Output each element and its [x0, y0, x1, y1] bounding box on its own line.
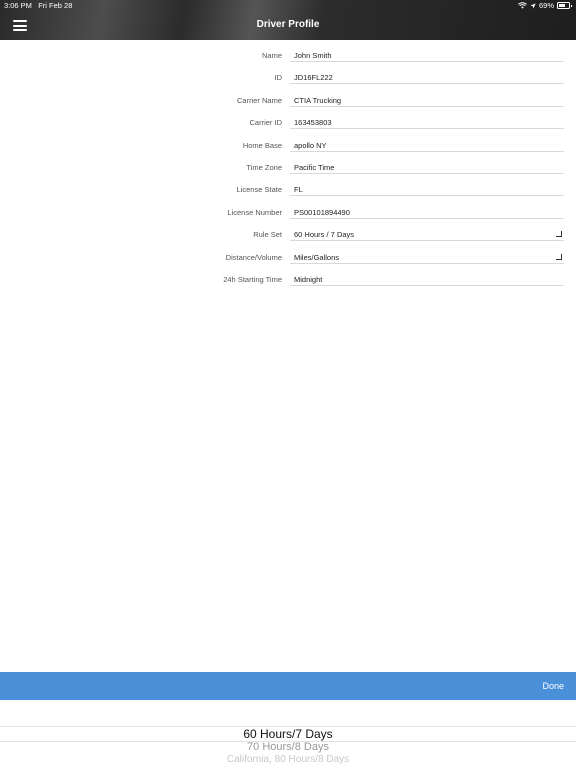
battery-fill — [559, 4, 566, 7]
form-row-home-base: Home Base apollo NY — [0, 133, 576, 155]
24h-starting-time-label: 24h Starting Time — [223, 274, 282, 284]
license-state-value: FL — [294, 185, 303, 195]
rule-set-field[interactable]: 60 Hours / 7 Days — [290, 224, 564, 242]
distance-volume-value: Miles/Gallons — [294, 252, 340, 262]
name-label: Name — [261, 51, 282, 60]
name-field[interactable]: John Smith — [290, 45, 564, 62]
status-date: Fri Feb 28 — [38, 1, 73, 10]
carrier-id-label: Carrier ID — [249, 118, 282, 128]
done-button[interactable]: Done — [542, 681, 564, 691]
carrier-name-label: Carrier Name — [236, 95, 282, 105]
id-field[interactable]: JD16FL222 — [290, 67, 564, 85]
status-time: 3:06 PM Fri Feb 28 — [4, 1, 72, 10]
form-row-name: Name John Smith — [0, 43, 576, 65]
status-indicators: 69% — [518, 1, 572, 10]
status-clock: 3:06 PM — [4, 1, 32, 10]
dropdown-corner-icon — [556, 253, 562, 260]
picker-option[interactable]: 70 Hours/8 Days — [0, 741, 576, 753]
home-base-value: apollo NY — [294, 140, 327, 150]
time-zone-value: Pacific Time — [294, 162, 335, 172]
dropdown-corner-icon — [556, 231, 562, 238]
24h-starting-time-value: Midnight — [294, 274, 323, 284]
distance-volume-field[interactable]: Miles/Gallons — [290, 247, 564, 264]
rule-set-picker[interactable]: 60 Hours/7 Days 70 Hours/8 Days Californ… — [0, 700, 576, 768]
carrier-id-value: 163453803 — [294, 118, 332, 128]
form-row-carrier-id: Carrier ID 163453803 — [0, 110, 576, 132]
location-arrow-icon — [530, 2, 536, 9]
profile-form: Name John Smith ID JD16FL222 Carrier Name CTI… — [0, 43, 576, 289]
carrier-name-value: CTIA Trucking — [294, 95, 342, 105]
form-row-distance-volume: Distance/Volume Miles/Gallons — [0, 245, 576, 267]
home-base-label: Home Base — [242, 140, 282, 150]
24h-starting-time-field[interactable]: Midnight — [290, 269, 564, 286]
carrier-id-field[interactable]: 163453803 — [290, 112, 564, 130]
picker-option[interactable]: 60 Hours/7 Days — [0, 727, 576, 741]
battery-percent: 69% — [538, 1, 554, 10]
time-zone-field[interactable]: Pacific Time — [290, 157, 564, 174]
picker-toolbar: Done — [0, 672, 576, 700]
form-row-license-state: License State FL — [0, 177, 576, 199]
license-number-value: PS00101894490 — [294, 207, 350, 217]
form-row-24h-starting-time: 24h Starting Time Midnight — [0, 267, 576, 289]
license-state-field[interactable]: FL — [290, 179, 564, 197]
battery-icon — [557, 2, 572, 9]
name-value: John Smith — [294, 51, 332, 60]
distance-volume-label: Distance/Volume — [225, 252, 282, 262]
page-title: Driver Profile — [256, 19, 320, 30]
home-base-field[interactable]: apollo NY — [290, 135, 564, 152]
form-row-time-zone: Time Zone Pacific Time — [0, 155, 576, 177]
form-row-rule-set: Rule Set 60 Hours / 7 Days — [0, 222, 576, 244]
form-row-id: ID JD16FL222 — [0, 65, 576, 87]
rule-set-label: Rule Set — [253, 230, 282, 240]
driver-profile-screen: 3:06 PM Fri Feb 28 69% Driver Profile Na… — [0, 0, 576, 768]
picker-option[interactable]: California, 80 Hours/8 Days — [0, 754, 576, 765]
carrier-name-field[interactable]: CTIA Trucking — [290, 90, 564, 107]
nav-header: 3:06 PM Fri Feb 28 69% Driver Profile — [0, 0, 576, 40]
license-number-field[interactable]: PS00101894490 — [290, 202, 564, 219]
form-row-license-number: License Number PS00101894490 — [0, 200, 576, 222]
id-value: JD16FL222 — [294, 73, 333, 83]
wifi-icon — [518, 2, 527, 9]
rule-set-value: 60 Hours / 7 Days — [294, 230, 355, 240]
license-state-label: License State — [236, 185, 282, 195]
time-zone-label: Time Zone — [246, 162, 282, 172]
id-label: ID — [274, 73, 283, 83]
license-number-label: License Number — [227, 207, 282, 217]
form-row-carrier-name: Carrier Name CTIA Trucking — [0, 88, 576, 110]
